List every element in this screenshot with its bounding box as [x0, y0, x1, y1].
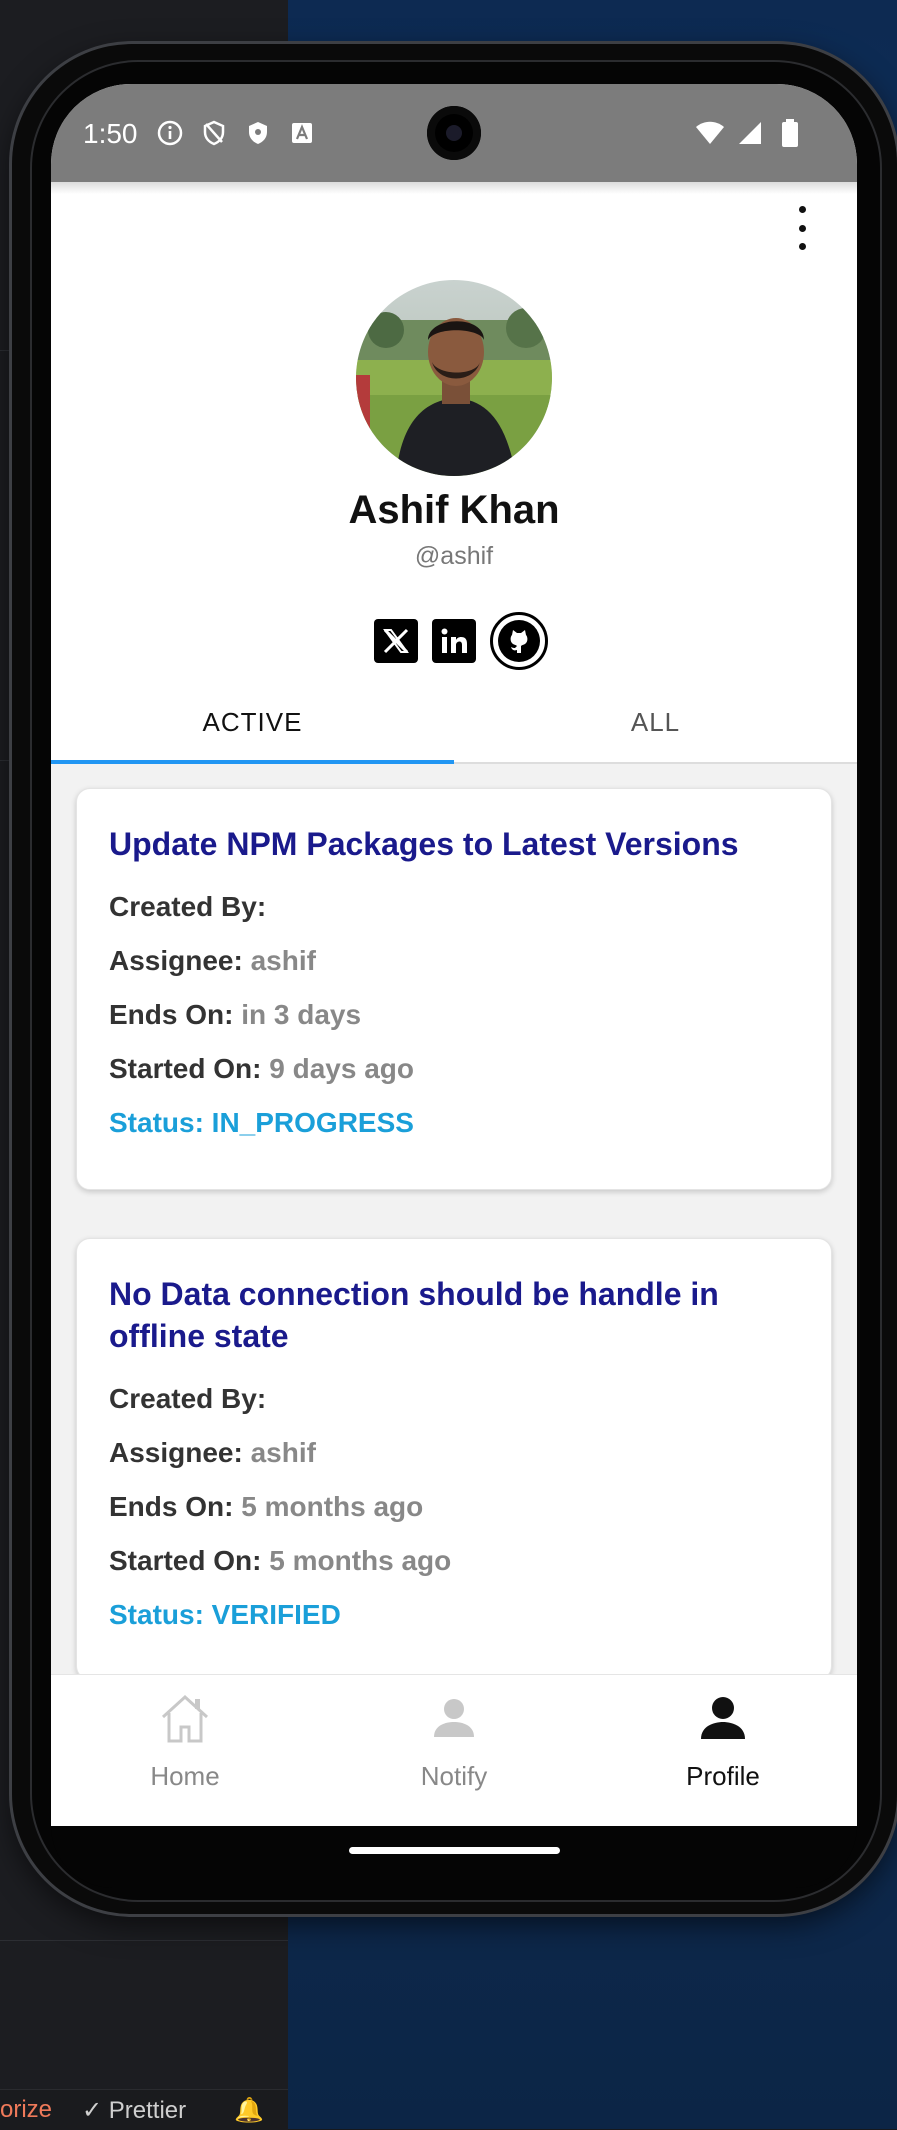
nav-home[interactable]: Home [51, 1675, 319, 1815]
phone-screen: 1:50 Ashif Khan @ashif ACTIVE ALL Update… [51, 84, 857, 1826]
nav-label: Home [150, 1761, 220, 1791]
system-status-bar: 1:50 [51, 84, 857, 182]
nav-label: Notify [420, 1761, 488, 1791]
status-badge: Status: IN_PROGRESS [109, 1107, 414, 1138]
x-icon[interactable] [374, 619, 418, 663]
task-title: Update NPM Packages to Latest Versions [109, 826, 739, 862]
started-on-row: Started On: 9 days ago [109, 1053, 414, 1084]
social-links [374, 612, 548, 670]
bottom-navigation: Home Notify Profile [51, 1674, 857, 1826]
tab-label: ACTIVE [202, 706, 303, 737]
shield-off-icon [199, 118, 229, 148]
started-on-row: Started On: 5 months ago [109, 1545, 452, 1576]
created-by-row: Created By: [109, 1383, 267, 1414]
task-card[interactable]: No Data connection should be handle in o… [76, 1238, 832, 1680]
tab-active[interactable]: ACTIVE [51, 684, 454, 760]
clock: 1:50 [83, 118, 138, 149]
phone-bottom-bezel [51, 1826, 857, 1888]
prettier-status[interactable]: ✓ Prettier [82, 2096, 186, 2125]
nav-notify[interactable]: Notify [320, 1675, 588, 1815]
statusbar-item[interactable]: orize [0, 2096, 52, 2124]
task-card[interactable]: Update NPM Packages to Latest Versions C… [76, 788, 832, 1190]
header-shadow [51, 182, 857, 194]
battery-icon [775, 118, 805, 148]
person-icon [693, 1689, 753, 1749]
home-icon [155, 1689, 215, 1749]
nav-profile[interactable]: Profile [589, 1675, 857, 1815]
info-icon [155, 118, 185, 148]
profile-name: Ashif Khan [348, 488, 560, 532]
created-by-row: Created By: [109, 891, 267, 922]
ends-on-row: Ends On: 5 months ago [109, 1491, 424, 1522]
assignee-row: Assignee: ashif [109, 1437, 316, 1468]
linkedin-icon[interactable] [432, 619, 476, 663]
person-icon [424, 1689, 484, 1749]
ends-on-row: Ends On: in 3 days [109, 999, 362, 1030]
wifi-icon [695, 118, 725, 148]
signal-icon [735, 118, 765, 148]
check-icon: ✓ [82, 2097, 103, 2124]
profile-handle: @ashif [414, 542, 494, 570]
overflow-menu-icon[interactable] [787, 206, 817, 250]
tab-label: ALL [630, 706, 681, 737]
github-icon[interactable] [490, 612, 548, 670]
nav-label: Profile [686, 1761, 760, 1791]
bell-icon[interactable]: 🔔 [234, 2096, 264, 2125]
shield-icon [243, 118, 273, 148]
font-icon [287, 118, 317, 148]
assignee-row: Assignee: ashif [109, 945, 316, 976]
editor-statusbar: orize ✓ Prettier 🔔 [0, 2089, 288, 2130]
prettier-label: Prettier [108, 2097, 187, 2124]
task-list: Update NPM Packages to Latest Versions C… [51, 764, 857, 1680]
task-title: No Data connection should be handle in o… [109, 1276, 719, 1354]
camera-lens [446, 125, 462, 141]
task-tabs: ACTIVE ALL [51, 684, 857, 764]
status-badge: Status: VERIFIED [109, 1599, 341, 1630]
gesture-handle[interactable] [349, 1847, 560, 1854]
tab-all[interactable]: ALL [454, 684, 857, 760]
avatar [356, 280, 552, 476]
divider [0, 1940, 288, 1941]
